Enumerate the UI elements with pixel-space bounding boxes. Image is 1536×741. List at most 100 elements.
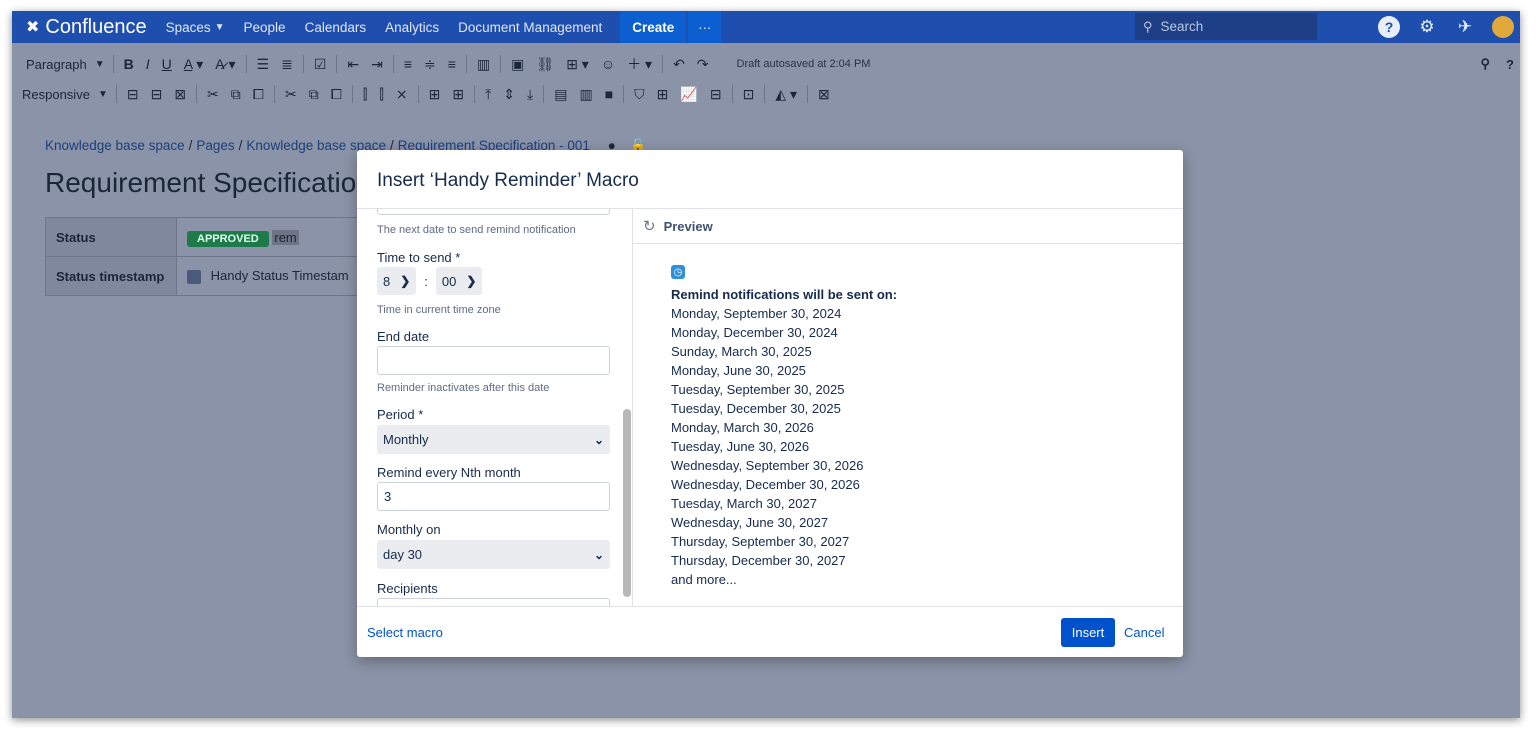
nth-month-input[interactable]: 3 xyxy=(377,482,610,511)
text-format-icon[interactable]: A̷ ▾ xyxy=(209,56,241,73)
hour-select[interactable]: 8 ❯ xyxy=(377,267,417,295)
confluence-logo[interactable]: ✖ Confluence xyxy=(26,16,147,39)
cancel-button[interactable]: Cancel xyxy=(1124,625,1164,640)
search-input[interactable]: ⚲ Search xyxy=(1135,13,1317,40)
outdent-icon[interactable]: ⇤ xyxy=(341,56,365,73)
link-icon[interactable]: ⛓ xyxy=(530,56,560,73)
breadcrumb-item[interactable]: Pages xyxy=(196,138,234,153)
italic-icon[interactable]: I xyxy=(140,56,156,72)
valign-top-icon[interactable]: ⤒ xyxy=(479,86,497,103)
recipients-input[interactable] xyxy=(377,598,610,606)
refresh-icon[interactable]: ↻ xyxy=(643,217,656,235)
period-select[interactable]: Monthly ⌄ xyxy=(377,425,610,454)
nav-analytics[interactable]: Analytics xyxy=(385,20,439,35)
bullet-list-icon[interactable]: ☰ xyxy=(251,56,276,73)
macro-form[interactable]: The next date to send remind notificatio… xyxy=(357,209,632,606)
notifications-icon[interactable]: ✈ xyxy=(1454,16,1476,38)
divider xyxy=(115,85,117,103)
nav-spaces[interactable]: Spaces ▼ xyxy=(166,20,225,35)
nav-document-management[interactable]: Document Management xyxy=(458,20,602,35)
nav-calendars[interactable]: Calendars xyxy=(305,20,367,35)
paste-row-icon[interactable]: ⧠ xyxy=(247,86,270,103)
valign-bottom-icon[interactable]: ⤓ xyxy=(521,86,539,103)
select-macro-link[interactable]: Select macro xyxy=(367,625,443,640)
pivot-table-icon[interactable]: ⊞ xyxy=(651,86,675,103)
next-date-input[interactable] xyxy=(377,209,610,215)
more-button[interactable]: ··· xyxy=(688,11,722,43)
remove-table-icon[interactable]: ⊠ xyxy=(812,86,836,103)
image-icon[interactable]: ▣ xyxy=(505,56,530,73)
numbered-list-icon[interactable]: ≣ xyxy=(275,56,299,73)
nav-right-icons: ? ⚙ ✈ xyxy=(1362,11,1514,43)
toolbar-right: ⚲ ? xyxy=(1465,50,1514,78)
confluence-logo-icon: ✖ xyxy=(26,19,40,36)
layout-icon[interactable]: ▥ xyxy=(471,56,496,73)
bold-icon[interactable]: B xyxy=(118,56,140,72)
nav-people[interactable]: People xyxy=(244,20,286,35)
gear-icon[interactable]: ⚙ xyxy=(1416,16,1438,38)
form-scrollbar[interactable] xyxy=(623,409,631,597)
period-label: Period * xyxy=(377,407,424,422)
avatar[interactable] xyxy=(1492,16,1514,38)
table-filter-icon[interactable]: ⛉ xyxy=(628,86,651,103)
undo-icon[interactable]: ↶ xyxy=(667,56,691,73)
underline-icon[interactable]: U xyxy=(156,56,178,72)
chart-icon[interactable]: 📈 xyxy=(674,86,703,103)
header-row-icon[interactable]: ▤ xyxy=(548,86,573,103)
nth-month-label: Remind every Nth month xyxy=(377,465,521,480)
minute-select[interactable]: 00 ❯ xyxy=(435,267,483,295)
text-color-icon[interactable]: A ▾ xyxy=(178,56,210,73)
divider xyxy=(357,606,1183,607)
find-icon[interactable]: ⚲ xyxy=(1481,56,1491,72)
help-icon[interactable]: ? xyxy=(1378,16,1400,38)
cut-row-icon[interactable]: ✂ xyxy=(201,86,225,103)
align-left-icon[interactable]: ≡ xyxy=(398,56,418,72)
highlight-cell-icon[interactable]: ■ xyxy=(599,86,619,102)
row-below-icon[interactable]: ⊟ xyxy=(145,86,169,103)
copy-row-icon[interactable]: ⧉ xyxy=(225,86,247,103)
divider xyxy=(302,55,304,73)
emoji-icon[interactable]: ☺ xyxy=(595,56,621,72)
row-delete-icon[interactable]: ⊠ xyxy=(168,86,192,103)
insert-more-icon[interactable]: ＋ ▾ xyxy=(621,54,658,74)
split-cells-icon[interactable]: ⊞ xyxy=(446,86,470,103)
preview-heading: Remind notifications will be sent on: xyxy=(671,287,898,302)
row-above-icon[interactable]: ⊟ xyxy=(121,86,145,103)
column-right-icon[interactable]: ⫿ xyxy=(373,86,389,103)
align-right-icon[interactable]: ≡ xyxy=(442,56,462,72)
column-left-icon[interactable]: ⫿ xyxy=(357,86,373,103)
end-date-input[interactable] xyxy=(377,346,610,375)
cell-color-icon[interactable]: ◭ ▾ xyxy=(769,86,803,103)
table-properties-icon[interactable]: ⊡ xyxy=(737,86,761,103)
monthly-on-select[interactable]: day 30 ⌄ xyxy=(377,540,610,569)
chevron-down-icon: ▼ xyxy=(94,58,105,70)
list-item: Thursday, December 30, 2027 xyxy=(671,553,846,568)
valign-middle-icon[interactable]: ⇕ xyxy=(497,86,521,103)
column-delete-icon[interactable]: ⨯ xyxy=(390,86,414,103)
divider xyxy=(196,85,198,103)
search-placeholder: Search xyxy=(1160,19,1204,34)
timestamp-label: Status timestamp xyxy=(45,256,177,296)
merge-cells-icon[interactable]: ⊞ xyxy=(423,86,447,103)
help-icon[interactable]: ? xyxy=(1506,57,1514,72)
paste-icon[interactable]: ⧠ xyxy=(325,86,348,103)
table-excerpt-icon[interactable]: ⊟ xyxy=(704,86,728,103)
copy-icon[interactable]: ⧉ xyxy=(303,86,325,103)
breadcrumb-item[interactable]: Knowledge base space xyxy=(45,138,185,153)
cut-icon[interactable]: ✂ xyxy=(279,86,303,103)
table-icon[interactable]: ⊞ ▾ xyxy=(560,56,595,73)
monthly-on-label: Monthly on xyxy=(377,522,441,537)
paragraph-select[interactable]: Paragraph ▼ xyxy=(12,57,109,72)
indent-icon[interactable]: ⇥ xyxy=(365,56,389,73)
divider xyxy=(731,85,733,103)
autosave-status: Draft autosaved at 2:04 PM xyxy=(736,58,871,70)
insert-button[interactable]: Insert xyxy=(1061,618,1115,647)
divider xyxy=(392,55,394,73)
redo-icon[interactable]: ↷ xyxy=(691,56,715,73)
responsive-select[interactable]: Responsive ▼ xyxy=(12,87,112,102)
align-center-icon[interactable]: ≑ xyxy=(418,56,442,73)
create-button[interactable]: Create xyxy=(620,11,687,43)
header-column-icon[interactable]: ▥ xyxy=(573,86,598,103)
divider xyxy=(764,85,766,103)
task-list-icon[interactable]: ☑ xyxy=(308,56,333,73)
